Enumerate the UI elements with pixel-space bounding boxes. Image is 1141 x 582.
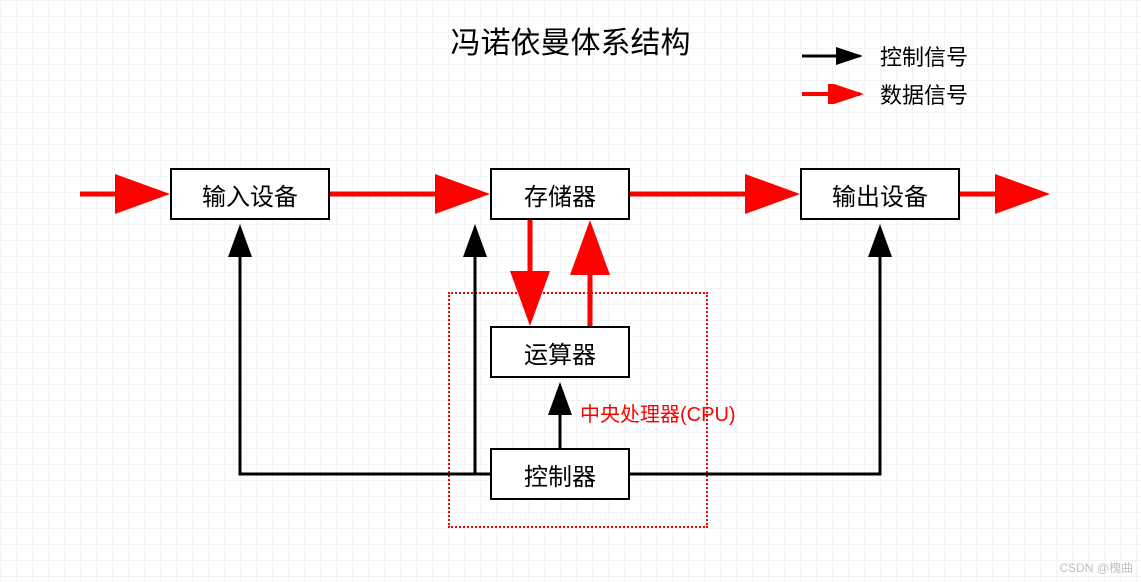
arrow-icon (800, 84, 870, 104)
node-input-device: 输入设备 (170, 168, 330, 220)
legend-control-label: 控制信号 (880, 40, 968, 72)
watermark: CSDN @槐曲 (1059, 559, 1133, 576)
node-output-device: 输出设备 (800, 168, 960, 220)
legend-data-row: 数据信号 (800, 78, 968, 110)
legend-data-label: 数据信号 (880, 78, 968, 110)
node-memory: 存储器 (490, 168, 630, 220)
arrow-icon (800, 46, 870, 66)
legend-control-row: 控制信号 (800, 40, 968, 72)
cpu-label: 中央处理器(CPU) (580, 398, 736, 427)
diagram-title: 冯诺依曼体系结构 (451, 18, 691, 62)
